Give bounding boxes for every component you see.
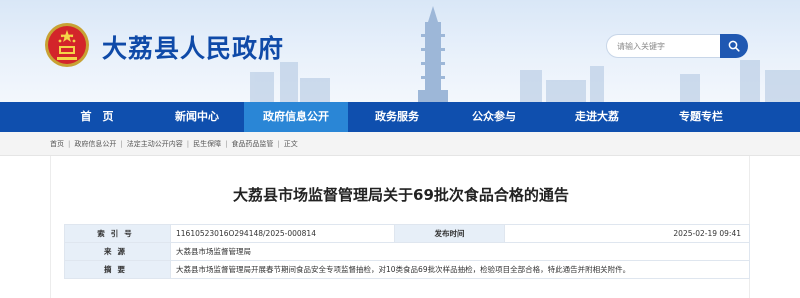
nav-item-home[interactable]: 首 页 [50, 102, 144, 132]
nav-item-info-disclosure[interactable]: 政府信息公开 [244, 102, 348, 132]
source-label: 来源 [64, 242, 171, 261]
search-button[interactable] [720, 34, 748, 58]
nav-item-services[interactable]: 政务服务 [348, 102, 446, 132]
nav-item-news[interactable]: 新闻中心 [150, 102, 244, 132]
breadcrumb-separator: | [68, 140, 71, 148]
breadcrumb-separator: | [186, 140, 190, 148]
source-value: 大荔县市场监督管理局 [170, 242, 750, 261]
publish-date-label: 发布时间 [394, 224, 505, 243]
breadcrumb-item-statutory-content[interactable]: 法定主动公开内容 [127, 132, 183, 156]
site-header: 大荔县人民政府 [0, 0, 800, 102]
abstract-value: 大荔县市场监督管理局开展春节期间食品安全专项监督抽检，对10类食品69批次样品抽… [170, 260, 750, 279]
breadcrumb-item-current: 正文 [283, 140, 298, 148]
article-meta-table: 索引号 11610523016O294148/2025-000814 发布时间 … [64, 224, 750, 279]
nav-item-participation[interactable]: 公众参与 [446, 102, 542, 132]
breadcrumb-item-food-drug[interactable]: 食品药品监管 [231, 132, 273, 156]
meta-row-source: 来源 大荔县市场监督管理局 [64, 242, 750, 261]
publish-date-value: 2025-02-19 09:41 [504, 224, 750, 243]
breadcrumb-separator: | [120, 140, 123, 148]
article-title: 大荔县市场监督管理局关于69批次食品合格的通告 [233, 186, 569, 204]
nav-item-about[interactable]: 走进大荔 [542, 102, 652, 132]
breadcrumb-item-info-disclosure[interactable]: 政府信息公开 [74, 132, 116, 156]
search-icon [728, 40, 740, 52]
breadcrumb-item-home[interactable]: 首页 [50, 132, 64, 156]
national-emblem-icon [45, 23, 89, 67]
breadcrumb: 首页 | 政府信息公开 | 法定主动公开内容 | 民生保障 | 食品药品监管 |… [50, 132, 298, 156]
meta-row-abstract: 摘要 大荔县市场监督管理局开展春节期间食品安全专项监督抽检，对10类食品69批次… [64, 260, 750, 279]
breadcrumb-separator: | [225, 140, 228, 148]
index-value: 11610523016O294148/2025-000814 [170, 224, 395, 243]
index-label: 索引号 [64, 224, 171, 243]
abstract-label: 摘要 [64, 260, 171, 279]
nav-item-topics[interactable]: 专题专栏 [652, 102, 750, 132]
main-nav: 首 页新闻中心 政府信息公开 政务服务 公众参与 走进大荔 专题专栏 [0, 102, 800, 132]
meta-row-index: 索引号 11610523016O294148/2025-000814 发布时间 … [64, 224, 750, 243]
site-title: 大荔县人民政府 [102, 34, 285, 63]
breadcrumb-separator: | [277, 140, 280, 148]
search-box [606, 34, 748, 58]
breadcrumb-bar: 首页 | 政府信息公开 | 法定主动公开内容 | 民生保障 | 食品药品监管 |… [0, 132, 800, 156]
search-input[interactable] [606, 34, 720, 58]
breadcrumb-item-livelihood[interactable]: 民生保障 [193, 132, 221, 156]
